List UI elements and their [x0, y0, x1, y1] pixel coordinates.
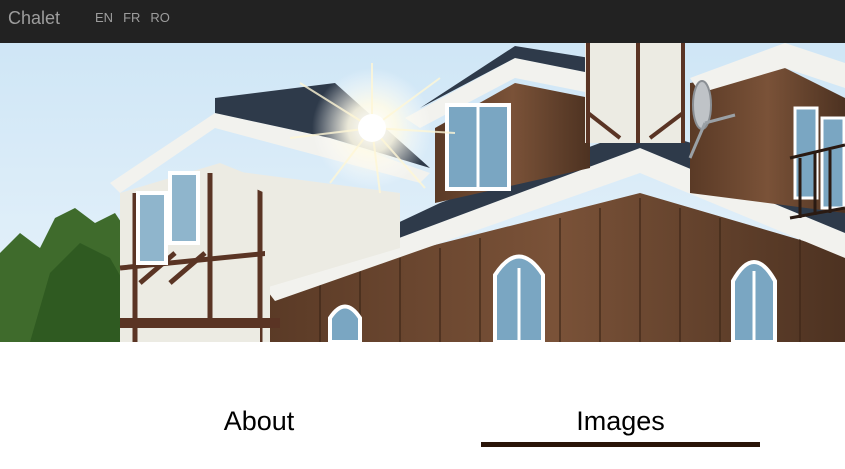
tab-images[interactable]: Images	[481, 406, 760, 436]
top-navbar: Chalet EN FR RO	[0, 0, 845, 43]
section-tabs: About Images	[0, 342, 845, 469]
chalet-photo	[0, 43, 845, 342]
active-tab-underline	[481, 442, 760, 447]
language-en-link[interactable]: EN	[95, 10, 113, 25]
language-ro-link[interactable]: RO	[150, 10, 170, 25]
tab-about[interactable]: About	[140, 406, 378, 436]
language-switcher: EN FR RO	[95, 10, 180, 25]
brand-link[interactable]: Chalet	[8, 8, 60, 28]
hero-image	[0, 43, 845, 342]
language-fr-link[interactable]: FR	[123, 10, 140, 25]
